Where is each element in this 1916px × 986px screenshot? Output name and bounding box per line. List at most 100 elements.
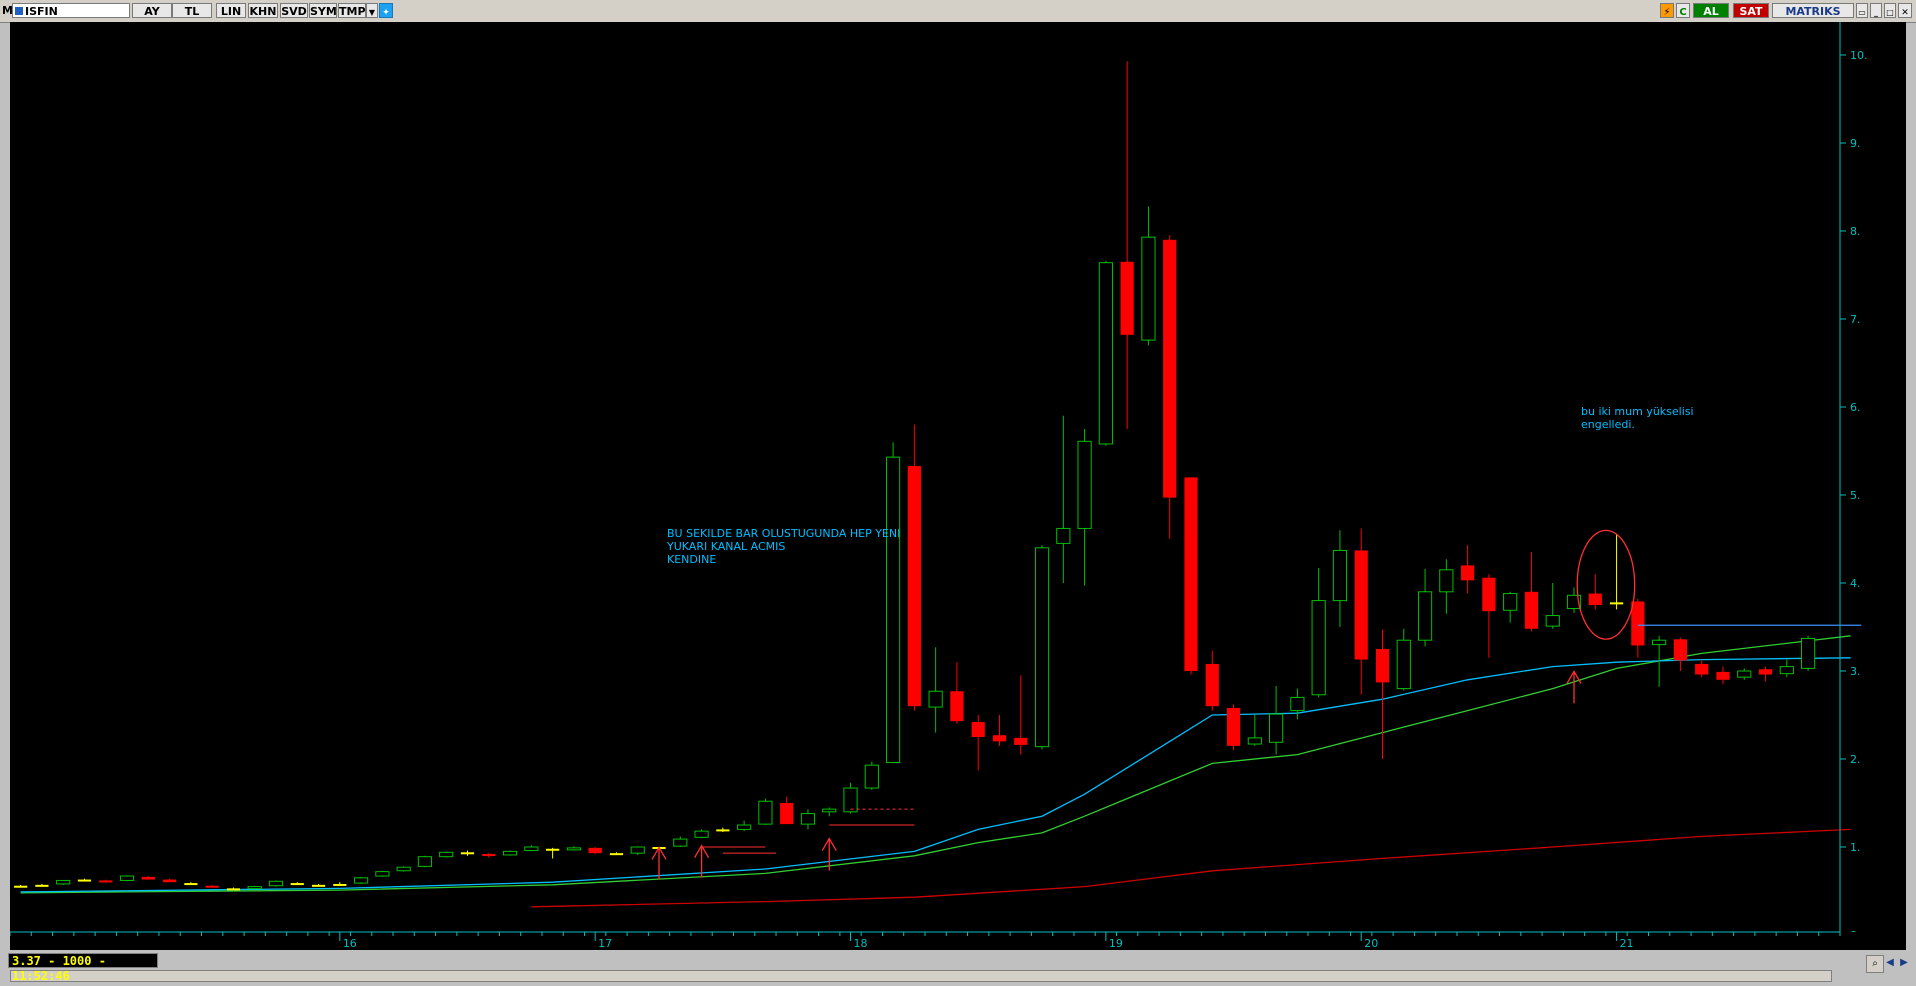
chart-area[interactable]: 01.2.3.4.5.6.7.8.9.10. 161718192021 BU S… <box>9 22 1906 950</box>
candle-body <box>1503 593 1518 611</box>
candle <box>1184 477 1198 675</box>
candle-body <box>822 808 837 813</box>
refresh-icon: C <box>1679 7 1687 18</box>
candle <box>630 846 645 855</box>
chevron-down-icon: ▼ <box>368 8 376 17</box>
maximize-button[interactable]: □ <box>1884 3 1896 18</box>
candle-body <box>1737 670 1752 678</box>
candle-body <box>864 764 879 789</box>
candle-body <box>311 884 326 887</box>
chart-icon <box>15 7 23 15</box>
close-button[interactable]: ✕ <box>1898 3 1912 18</box>
candle-body <box>588 847 602 854</box>
candle-body <box>1034 547 1050 748</box>
candle <box>417 855 433 868</box>
khn-button[interactable]: KHN <box>248 3 278 18</box>
candle-body <box>1098 262 1113 445</box>
candle-body <box>1396 639 1411 690</box>
symbol-value: ISFIN <box>25 5 58 18</box>
candle <box>864 761 879 790</box>
candle <box>354 876 369 884</box>
candle <box>907 424 921 711</box>
candle-body <box>77 879 92 882</box>
candle-body <box>417 856 433 867</box>
candle-body <box>1354 550 1368 660</box>
arrow-left-icon: ◀ <box>1886 957 1894 968</box>
candle-body <box>1269 713 1284 743</box>
candle-body <box>1332 549 1348 602</box>
candle <box>1098 260 1113 446</box>
buy-button[interactable]: AL <box>1693 3 1729 18</box>
lightning-button[interactable]: ⚡ <box>1660 3 1674 18</box>
candle-body <box>673 838 688 847</box>
candle-body <box>1588 593 1602 605</box>
candle-body <box>1545 615 1560 627</box>
candle-body <box>396 866 411 872</box>
toolbar: M ISFIN AY TL LIN KHN SVD SYM TMP ▼ ✦ ⚡ … <box>0 0 1916 23</box>
arrow-right-icon: ▶ <box>1900 957 1908 968</box>
template-button[interactable]: TMP <box>338 3 366 18</box>
candle-body <box>1056 527 1071 544</box>
sym-button[interactable]: SYM <box>309 3 337 18</box>
candle-body <box>226 888 241 891</box>
candle-body <box>1205 663 1219 707</box>
candle-body <box>1716 671 1730 680</box>
twitter-icon: ✦ <box>382 8 390 18</box>
candle-body <box>119 875 135 881</box>
template-dropdown[interactable]: ▼ <box>366 3 378 18</box>
candle <box>247 885 262 890</box>
x-tick-label: 17 <box>598 937 612 950</box>
time-axis[interactable]: 16 17 18 19 20 21 <box>9 931 1906 950</box>
candle-body <box>141 876 155 880</box>
restore-icon: ▭ <box>1858 8 1866 17</box>
sell-button[interactable]: SAT <box>1733 3 1769 18</box>
horizontal-scrollbar[interactable] <box>10 970 1832 982</box>
y-tick-label: 2. <box>1850 753 1861 766</box>
candle-body <box>184 883 198 886</box>
note-channel-line-2: YUKARI KANAL ACMIS <box>666 540 785 553</box>
candle-body <box>99 880 113 883</box>
candle-body <box>716 829 730 832</box>
candle-body <box>1695 663 1709 675</box>
candle-body <box>162 879 177 883</box>
twitter-share-button[interactable]: ✦ <box>379 3 393 18</box>
candlestick-chart[interactable]: 01.2.3.4.5.6.7.8.9.10. 161718192021 BU S… <box>9 22 1906 950</box>
note-channel-line-1: BU SEKILDE BAR OLUSTUGUNDA HEP YENI <box>667 527 900 540</box>
candle-body <box>1461 565 1475 581</box>
scroll-left-button[interactable]: ◀ <box>1884 955 1896 971</box>
candle-body <box>1779 666 1794 675</box>
y-tick-label: 7. <box>1850 313 1861 326</box>
candle <box>1163 235 1177 539</box>
y-tick-label: 5. <box>1850 489 1861 502</box>
svd-button[interactable]: SVD <box>280 3 308 18</box>
restore-button[interactable]: ▭ <box>1856 3 1868 18</box>
candle-body <box>609 853 624 856</box>
currency-button[interactable]: TL <box>172 3 212 18</box>
linear-button[interactable]: LIN <box>216 3 246 18</box>
period-button[interactable]: AY <box>132 3 172 18</box>
chart-background <box>10 22 1906 950</box>
candle <box>758 798 773 825</box>
candle-body <box>1014 737 1028 745</box>
candle-body <box>630 846 645 854</box>
candle <box>885 442 901 764</box>
candle <box>268 880 284 887</box>
candle-body <box>1439 569 1454 593</box>
candle-body <box>56 879 71 885</box>
bottom-bar: ⌕ ◀ ▶ <box>0 950 1916 986</box>
candle-body <box>1375 649 1390 683</box>
candle-body <box>1609 602 1624 605</box>
symbol-input[interactable]: ISFIN <box>12 3 130 18</box>
zoom-button[interactable]: ⌕ <box>1866 955 1884 973</box>
scroll-right-button[interactable]: ▶ <box>1898 955 1910 971</box>
candle-body <box>1290 696 1305 712</box>
note-channel-line-3: KENDINE <box>667 553 716 566</box>
candle-body <box>885 456 901 764</box>
candle-body <box>1077 440 1092 529</box>
minimize-button[interactable]: _ <box>1870 3 1882 18</box>
candle <box>694 829 709 839</box>
candle-body <box>1226 707 1241 746</box>
candle-body <box>1673 639 1688 661</box>
refresh-button[interactable]: C <box>1676 3 1690 18</box>
candle-body <box>502 850 518 856</box>
